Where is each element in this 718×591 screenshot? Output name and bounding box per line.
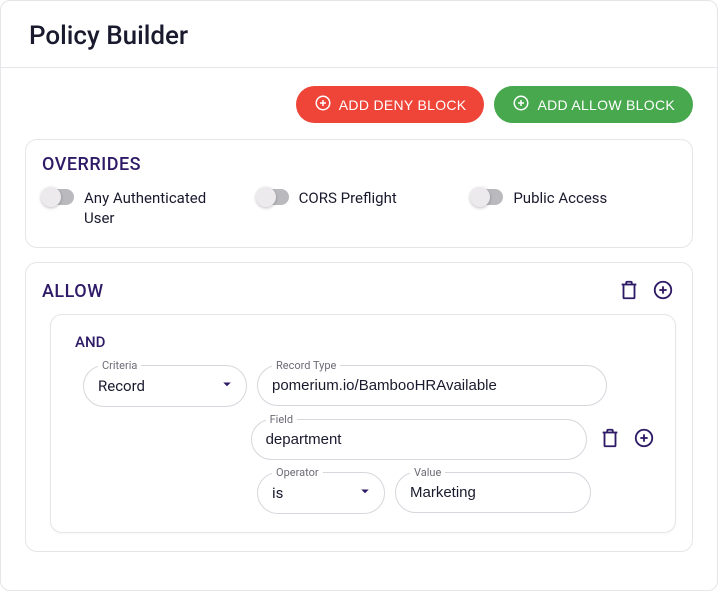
value-field[interactable]: Value <box>395 472 591 513</box>
criteria-value: Record <box>84 366 246 406</box>
override-item: CORS Preflight <box>257 187 462 229</box>
value-label: Value <box>410 466 445 479</box>
override-item: Public Access <box>471 187 676 229</box>
toggle-any-authenticated-user[interactable] <box>42 189 74 205</box>
field-field[interactable]: Field <box>251 419 587 460</box>
trash-icon <box>618 279 640 304</box>
plus-circle-icon <box>652 279 674 304</box>
override-label: CORS Preflight <box>299 187 397 208</box>
allow-title: ALLOW <box>42 281 104 302</box>
criteria-label: Criteria <box>98 359 141 372</box>
delete-rule-button[interactable] <box>597 425 623 454</box>
toggle-cors-preflight[interactable] <box>257 189 289 205</box>
rule-group-operator: AND <box>75 333 657 351</box>
delete-block-button[interactable] <box>616 277 642 306</box>
criteria-select[interactable]: Criteria Record <box>83 365 247 407</box>
overrides-card: OVERRIDES Any Authenticated User CORS Pr… <box>25 139 693 248</box>
add-allow-block-label: ADD ALLOW BLOCK <box>537 97 675 113</box>
operator-value: is <box>258 473 384 513</box>
overrides-title: OVERRIDES <box>42 154 676 175</box>
add-rule-button[interactable] <box>631 425 657 454</box>
override-label: Any Authenticated User <box>84 187 224 229</box>
override-label: Public Access <box>513 187 607 208</box>
record-type-field[interactable]: Record Type <box>257 365 607 406</box>
toggle-public-access[interactable] <box>471 189 503 205</box>
field-label: Field <box>266 413 297 426</box>
trash-icon <box>599 427 621 452</box>
plus-circle-icon <box>633 427 655 452</box>
operator-select[interactable]: Operator is <box>257 472 385 514</box>
override-item: Any Authenticated User <box>42 187 247 229</box>
operator-label: Operator <box>272 466 323 479</box>
record-type-label: Record Type <box>272 359 340 372</box>
page-title: Policy Builder <box>29 21 689 51</box>
field-input[interactable] <box>252 420 586 459</box>
add-rule-group-button[interactable] <box>650 277 676 306</box>
add-deny-block-button[interactable]: ADD DENY BLOCK <box>296 86 485 123</box>
plus-circle-icon <box>512 94 530 115</box>
add-deny-block-label: ADD DENY BLOCK <box>339 97 467 113</box>
add-allow-block-button[interactable]: ADD ALLOW BLOCK <box>494 86 693 123</box>
allow-card: ALLOW AND <box>25 262 693 552</box>
rule-group: AND Criteria Record Record Type <box>50 314 676 533</box>
plus-circle-icon <box>314 94 332 115</box>
